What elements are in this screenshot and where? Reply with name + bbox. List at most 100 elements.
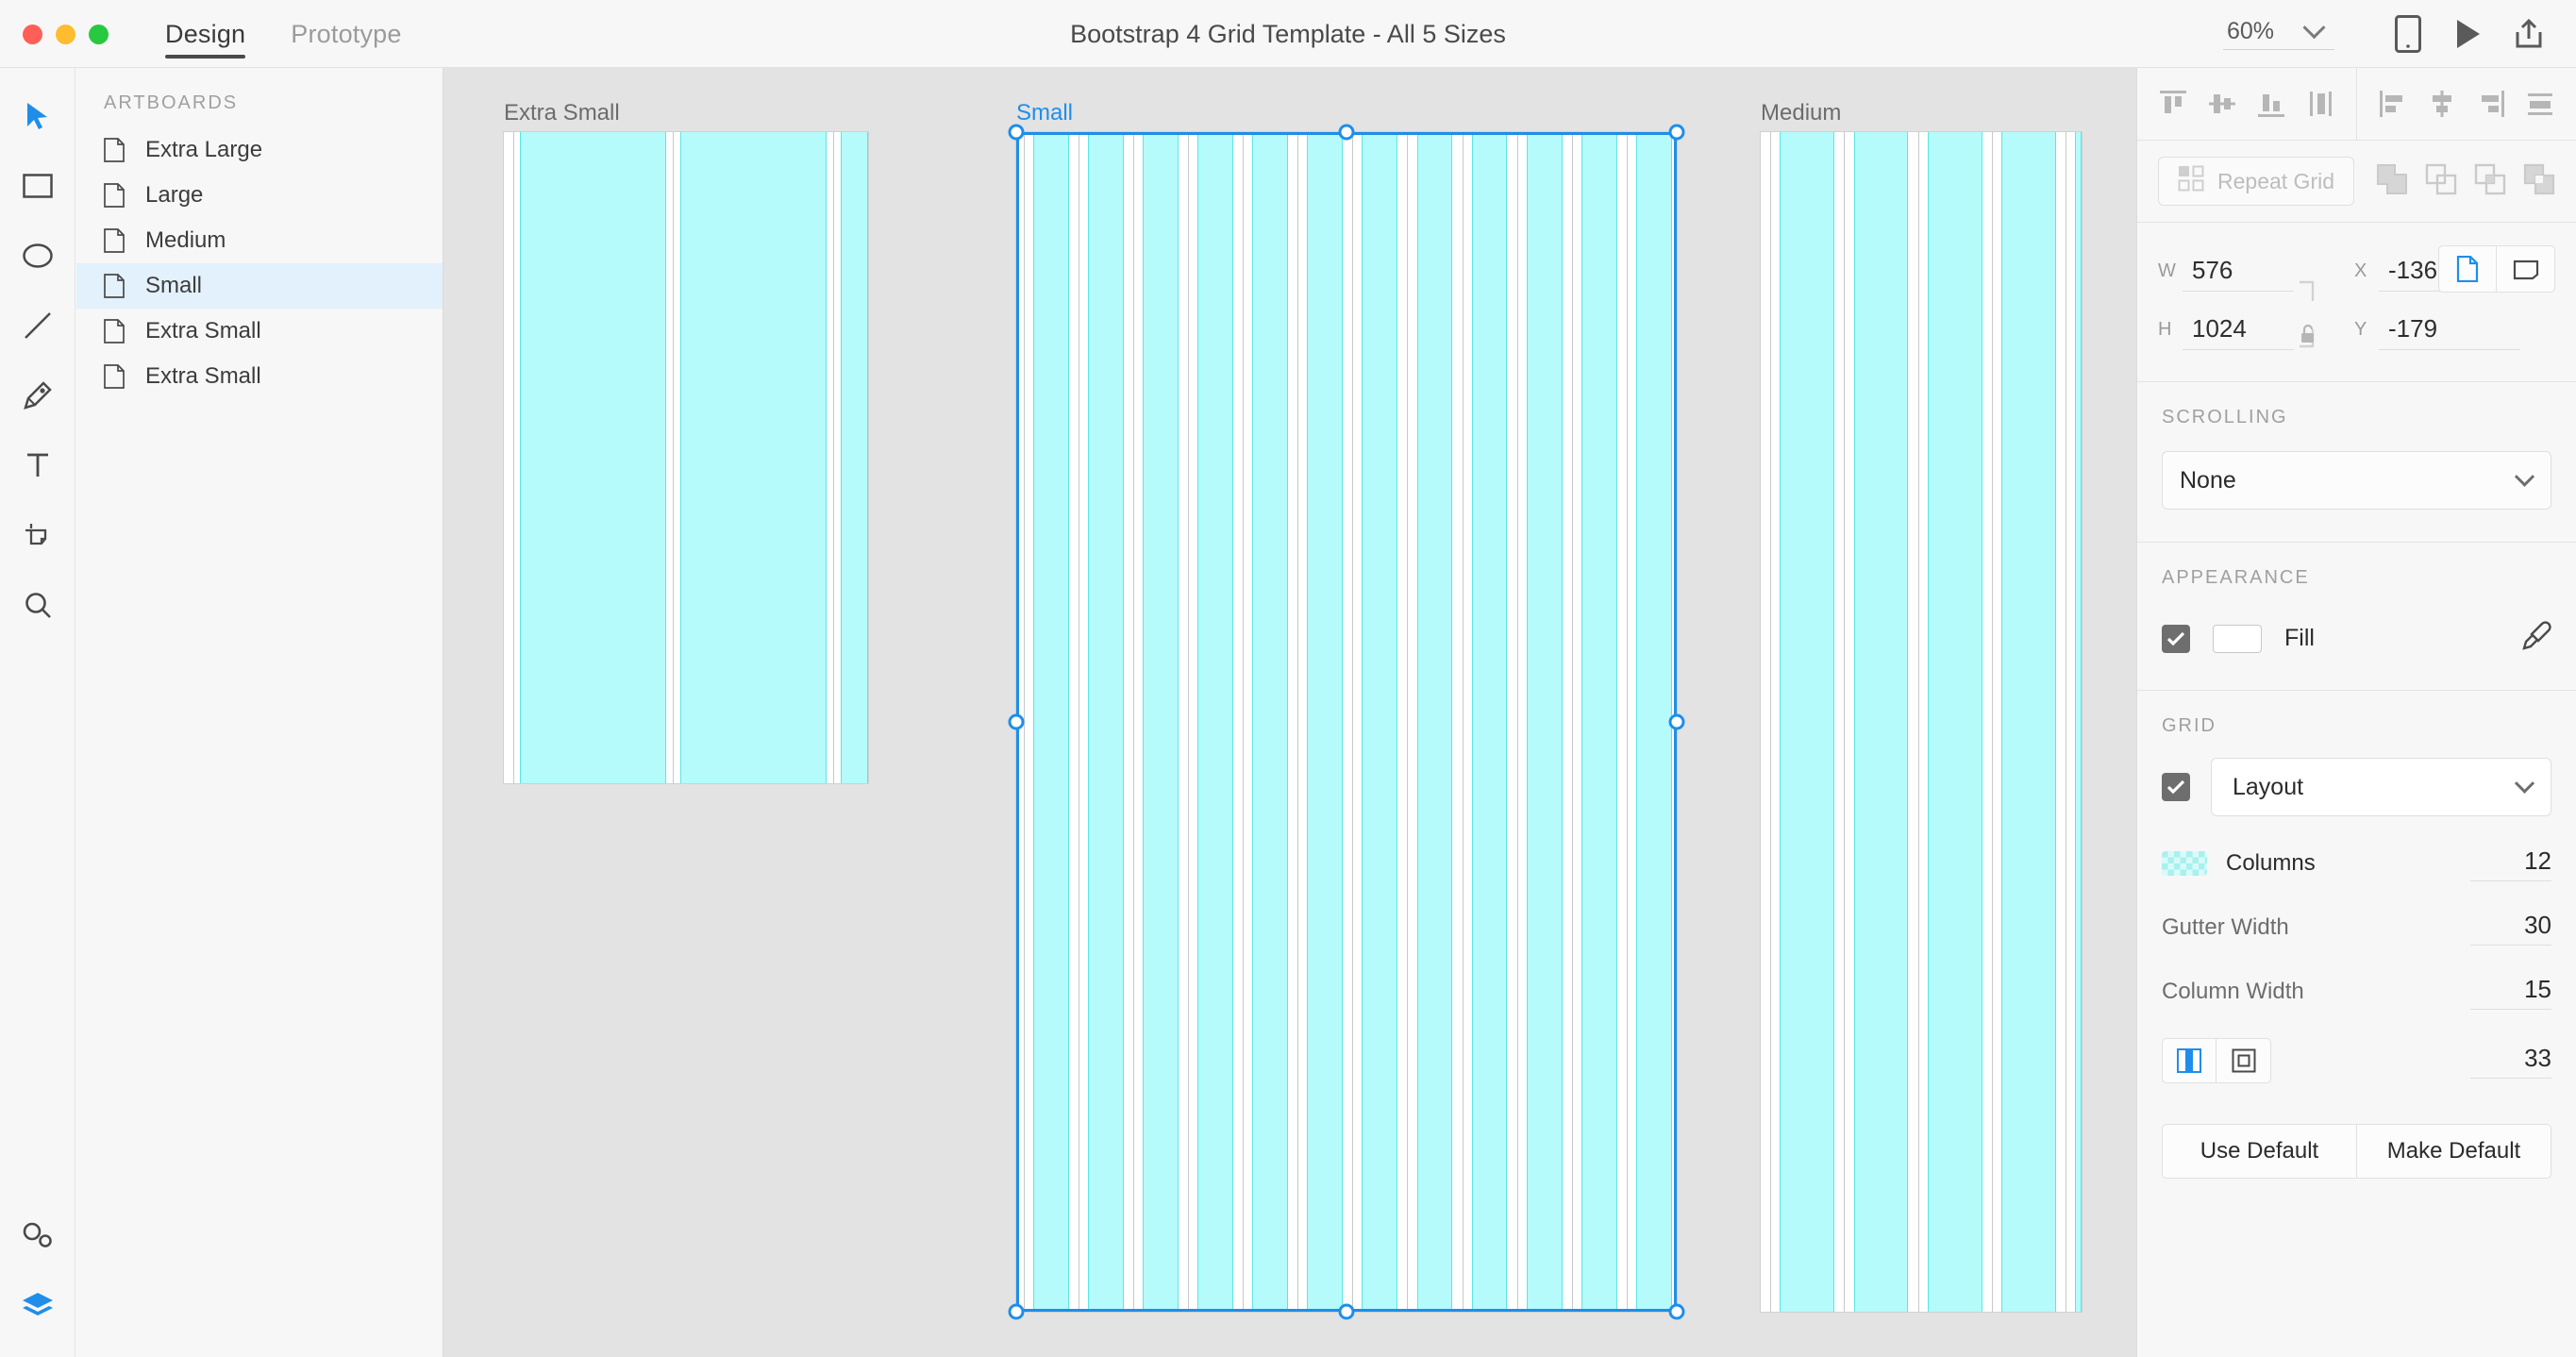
zoom-select[interactable]: 60% xyxy=(2223,16,2334,50)
grid-separator-line xyxy=(1132,132,1134,1312)
repeat-grid-button[interactable]: Repeat Grid xyxy=(2158,157,2355,206)
selection-handle-top-center[interactable] xyxy=(1338,124,1355,141)
grid-column xyxy=(1635,132,1672,1312)
grid-column xyxy=(2001,132,2056,1312)
play-icon[interactable] xyxy=(2442,8,2495,60)
artboard-tool[interactable] xyxy=(0,500,75,570)
grid-column xyxy=(841,132,868,783)
use-default-button[interactable]: Use Default xyxy=(2162,1124,2357,1179)
artboard-list-item-extra-small-2[interactable]: Extra Small xyxy=(76,354,443,399)
artboard-medium[interactable] xyxy=(1761,132,2082,1312)
selection-handle-bottom-center[interactable] xyxy=(1338,1303,1355,1320)
artboard-list-item-small[interactable]: Small xyxy=(76,263,443,309)
selection-handle-top-right[interactable] xyxy=(1668,124,1685,141)
grid-enabled-checkbox[interactable] xyxy=(2162,773,2190,801)
zoom-tool[interactable] xyxy=(0,570,75,640)
pen-tool[interactable] xyxy=(0,360,75,430)
boolean-add-icon[interactable] xyxy=(2376,163,2408,200)
grid-column xyxy=(680,132,827,783)
selection-handle-middle-left[interactable] xyxy=(1008,713,1025,730)
grid-column xyxy=(1780,132,1835,1312)
assets-tool[interactable] xyxy=(0,1200,75,1270)
grid-type-value: Layout xyxy=(2233,773,2304,800)
line-tool[interactable] xyxy=(0,291,75,360)
make-default-button[interactable]: Make Default xyxy=(2357,1124,2551,1179)
grid-margin-input[interactable]: 33 xyxy=(2470,1044,2551,1079)
minimize-window-button[interactable] xyxy=(56,25,75,44)
width-input[interactable]: 576 xyxy=(2183,250,2294,292)
text-tool[interactable] xyxy=(0,430,75,500)
align-horizontal-center-icon[interactable] xyxy=(2423,85,2461,123)
selection-handle-top-left[interactable] xyxy=(1008,124,1025,141)
grid-type-select[interactable]: Layout xyxy=(2211,758,2551,816)
artboard-fixed-icon[interactable] xyxy=(2438,245,2497,293)
artboard-extra-small[interactable] xyxy=(504,132,868,783)
grid-separator-line xyxy=(1407,132,1409,1312)
gutter-width-input[interactable]: 30 xyxy=(2470,911,2551,946)
y-input[interactable]: -179 xyxy=(2379,309,2520,350)
height-input[interactable]: 1024 xyxy=(2183,309,2294,350)
scrolling-section: SCROLLING None xyxy=(2137,382,2576,543)
tab-prototype[interactable]: Prototype xyxy=(291,0,401,68)
layers-tool[interactable] xyxy=(0,1270,75,1340)
selection-handle-bottom-left[interactable] xyxy=(1008,1303,1025,1320)
chevron-down-icon xyxy=(2302,16,2326,40)
xd-application-window: Design Prototype Bootstrap 4 Grid Templa… xyxy=(0,0,2576,1357)
rectangle-tool[interactable] xyxy=(0,151,75,221)
columns-input[interactable]: 12 xyxy=(2470,846,2551,881)
layers-panel: ARTBOARDS Extra Large Large Medium Small… xyxy=(76,68,443,1357)
grid-column xyxy=(1307,132,1344,1312)
grid-separator-line xyxy=(1243,132,1245,1312)
horizontal-align-group xyxy=(2356,68,2576,140)
artboard-list-item-large[interactable]: Large xyxy=(76,173,443,218)
artboard-list: Extra Large Large Medium Small Extra Sma… xyxy=(76,127,443,399)
artboard-label-small[interactable]: Small xyxy=(1016,100,1073,126)
design-canvas[interactable]: Extra Small Small Medium xyxy=(443,68,2136,1357)
artboard-label-extra-small[interactable]: Extra Small xyxy=(504,100,620,126)
toolbar-bottom-group xyxy=(0,1200,75,1357)
boolean-subtract-icon[interactable] xyxy=(2425,163,2457,200)
distribute-vertical-icon[interactable] xyxy=(2301,85,2339,123)
grid-color-swatch[interactable] xyxy=(2162,851,2207,876)
grid-column-margin-icon[interactable] xyxy=(2162,1038,2216,1083)
scrolling-title: SCROLLING xyxy=(2162,407,2288,427)
artboard-small[interactable] xyxy=(1016,132,1677,1312)
boolean-intersect-icon[interactable] xyxy=(2474,163,2506,200)
device-preview-icon[interactable] xyxy=(2382,8,2434,60)
fill-color-swatch[interactable] xyxy=(2213,624,2262,653)
artboard-list-item-label: Extra Large xyxy=(145,137,263,162)
artboard-scroll-icon[interactable] xyxy=(2497,245,2555,293)
align-vertical-center-icon[interactable] xyxy=(2203,85,2241,123)
fill-checkbox[interactable] xyxy=(2162,624,2190,653)
align-left-icon[interactable] xyxy=(2374,85,2412,123)
close-window-button[interactable] xyxy=(23,25,42,44)
selection-handle-bottom-right[interactable] xyxy=(1668,1303,1685,1320)
boolean-operations-group xyxy=(2376,163,2555,200)
align-bottom-icon[interactable] xyxy=(2252,85,2290,123)
distribute-horizontal-icon[interactable] xyxy=(2521,85,2559,123)
artboard-label-medium[interactable]: Medium xyxy=(1761,100,1841,126)
eyedropper-icon[interactable] xyxy=(2521,621,2551,656)
column-width-input[interactable]: 15 xyxy=(2470,975,2551,1010)
artboard-list-item-medium[interactable]: Medium xyxy=(76,218,443,263)
grid-separator-line xyxy=(833,132,835,783)
selection-handle-middle-right[interactable] xyxy=(1668,713,1685,730)
artboard-page-icon xyxy=(104,364,125,389)
ellipse-tool[interactable] xyxy=(0,221,75,291)
align-top-icon[interactable] xyxy=(2154,85,2192,123)
tab-design[interactable]: Design xyxy=(165,0,246,68)
grid-box-margin-icon[interactable] xyxy=(2216,1038,2271,1083)
grid-title: GRID xyxy=(2162,715,2216,736)
share-icon[interactable] xyxy=(2502,8,2555,60)
repeat-grid-label: Repeat Grid xyxy=(2217,168,2335,193)
scrolling-select[interactable]: None xyxy=(2162,451,2551,510)
align-right-icon[interactable] xyxy=(2472,85,2510,123)
maximize-window-button[interactable] xyxy=(89,25,109,44)
boolean-exclude-icon[interactable] xyxy=(2523,163,2555,200)
artboard-list-item-extra-large[interactable]: Extra Large xyxy=(76,127,443,173)
width-label: W xyxy=(2158,260,2176,281)
select-tool[interactable] xyxy=(0,81,75,151)
scrolling-value: None xyxy=(2180,466,2236,494)
artboard-list-item-extra-small-1[interactable]: Extra Small xyxy=(76,309,443,354)
artboard-page-icon xyxy=(104,274,125,298)
